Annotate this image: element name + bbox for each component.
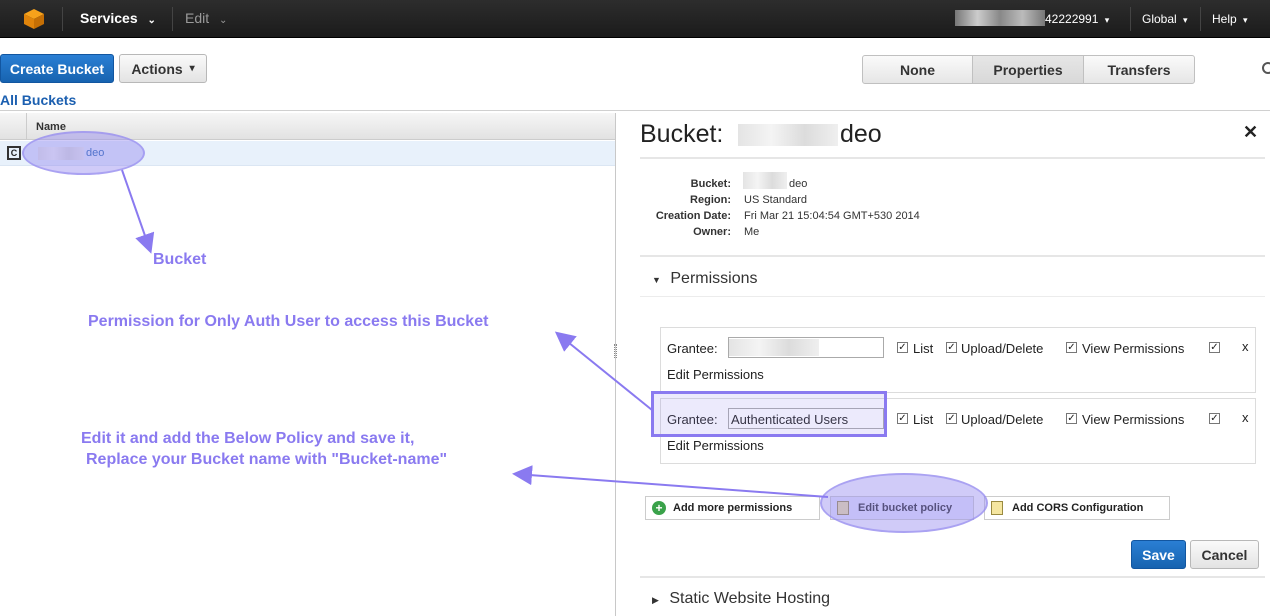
create-bucket-button[interactable]: Create Bucket: [0, 54, 114, 83]
upload-delete-checkbox[interactable]: ✓: [946, 413, 957, 424]
chevron-down-icon: ▾: [1243, 15, 1248, 25]
edit-permissions-label: Edit Permissions: [667, 367, 764, 382]
redacted-account-name: [955, 10, 1045, 26]
breadcrumb[interactable]: All Buckets: [0, 92, 76, 108]
panel-title-suffix: deo: [840, 120, 882, 148]
bucket-icon: C: [7, 146, 21, 160]
edit-permissions-label: Edit Permissions: [667, 438, 764, 453]
detail-label: Region:: [690, 194, 731, 206]
grantee-row: Grantee: ✓ List ✓ Upload/Delete ✓ View P…: [660, 327, 1256, 393]
view-permissions-label: View Permissions: [1082, 341, 1185, 356]
list-label: List: [913, 341, 934, 356]
list-checkbox[interactable]: ✓: [897, 342, 908, 353]
annotation-edit-line2: Replace your Bucket name with "Bucket-na…: [86, 451, 448, 468]
upload-delete-checkbox[interactable]: ✓: [946, 342, 957, 353]
add-cors-label: Add CORS Configuration: [1012, 502, 1144, 514]
cors-icon: [991, 501, 1003, 515]
add-cors-configuration-button[interactable]: Add CORS Configuration: [984, 496, 1170, 520]
caret-down-icon: ▼: [652, 275, 661, 285]
view-permissions-checkbox[interactable]: ✓: [1066, 342, 1077, 353]
detail-label: Creation Date:: [655, 210, 731, 222]
divider: [640, 576, 1265, 578]
annotation-permission: Permission for Only Auth User to access …: [88, 313, 489, 330]
grantee-input[interactable]: [728, 337, 884, 358]
services-menu[interactable]: Services ⌄: [80, 10, 156, 26]
save-button[interactable]: Save: [1131, 540, 1186, 569]
cancel-button[interactable]: Cancel: [1190, 540, 1259, 569]
upload-delete-label: Upload/Delete: [961, 341, 1044, 356]
add-more-permissions-label: Add more permissions: [673, 502, 793, 514]
detail-label: Bucket:: [690, 178, 731, 190]
bucket-highlight-ellipse: [22, 131, 145, 175]
view-permissions-checkbox[interactable]: ✓: [1066, 413, 1077, 424]
permissions-section-header[interactable]: ▼ Permissions: [652, 270, 758, 288]
splitter[interactable]: [615, 113, 616, 616]
region-label: Global: [1142, 12, 1177, 26]
list-label: List: [913, 412, 934, 427]
help-menu[interactable]: Help ▾: [1212, 12, 1248, 26]
upload-delete-label: Upload/Delete: [961, 412, 1044, 427]
detail-value: US Standard: [744, 194, 807, 206]
divider: [640, 255, 1265, 257]
chevron-down-icon: ⌄: [219, 15, 228, 26]
annotation-edit-line1: Edit it and add the Below Policy and sav…: [81, 430, 415, 447]
actions-button[interactable]: Actions ▾: [119, 54, 207, 83]
chevron-down-icon: ▾: [1183, 15, 1188, 25]
splitter-handle[interactable]: [614, 344, 617, 358]
permissions-heading: Permissions: [670, 270, 758, 287]
tab-none[interactable]: None: [862, 55, 973, 84]
edit-policy-highlight-ellipse: [820, 473, 988, 533]
chevron-down-icon: ⌄: [147, 15, 156, 26]
detail-label: Owner:: [693, 226, 731, 238]
static-hosting-heading: Static Website Hosting: [669, 590, 831, 607]
edit-permissions-checkbox[interactable]: ✓: [1209, 413, 1220, 424]
edit-permissions-checkbox[interactable]: ✓: [1209, 342, 1220, 353]
chevron-down-icon: ▾: [189, 63, 195, 74]
help-label: Help: [1212, 12, 1237, 26]
tab-properties[interactable]: Properties: [972, 55, 1084, 84]
account-menu[interactable]: 42222991 ▾: [1045, 12, 1109, 26]
list-checkbox[interactable]: ✓: [897, 413, 908, 424]
divider: [640, 296, 1265, 297]
tab-transfers[interactable]: Transfers: [1083, 55, 1195, 84]
top-navigation-bar: Services ⌄ Edit ⌄ 42222991 ▾ Global ▾ He…: [0, 0, 1270, 38]
detail-value: Fri Mar 21 15:04:54 GMT+530 2014: [744, 210, 920, 222]
add-more-permissions-button[interactable]: + Add more permissions: [645, 496, 820, 520]
static-website-hosting-section-header[interactable]: ▶ Static Website Hosting: [652, 590, 830, 608]
search-icon[interactable]: [1262, 62, 1270, 74]
remove-grantee-button[interactable]: x: [1242, 410, 1249, 425]
redacted-detail-bucket: [743, 172, 787, 189]
redacted-grantee-name: [729, 339, 819, 356]
detail-value: Me: [744, 226, 760, 238]
grantee-highlight-box: [651, 391, 887, 437]
view-permissions-label: View Permissions: [1082, 412, 1185, 427]
annotation-bucket: Bucket: [153, 251, 207, 268]
close-icon[interactable]: ✕: [1243, 122, 1258, 143]
panel-title-prefix: Bucket:: [640, 120, 724, 148]
detail-value: deo: [789, 178, 808, 190]
services-label: Services: [80, 10, 138, 26]
add-icon: +: [652, 501, 666, 515]
redacted-title-name: [738, 124, 838, 146]
actions-label: Actions: [131, 60, 183, 77]
aws-logo-icon[interactable]: [23, 8, 45, 30]
chevron-down-icon: ▾: [1104, 15, 1110, 25]
edit-menu[interactable]: Edit ⌄: [185, 10, 227, 26]
bucket-list: Name C deo: [0, 113, 615, 616]
caret-right-icon: ▶: [652, 595, 659, 605]
grantee-label: Grantee:: [667, 341, 718, 356]
divider: [0, 110, 1270, 111]
select-column-header: [0, 113, 27, 140]
column-header-name[interactable]: Name: [36, 121, 66, 133]
panel-title: Bucket:: [640, 120, 723, 149]
edit-label: Edit: [185, 10, 210, 26]
divider: [640, 157, 1265, 159]
region-menu[interactable]: Global ▾: [1142, 12, 1188, 26]
remove-grantee-button[interactable]: x: [1242, 339, 1249, 354]
account-suffix: 42222991: [1045, 12, 1099, 26]
